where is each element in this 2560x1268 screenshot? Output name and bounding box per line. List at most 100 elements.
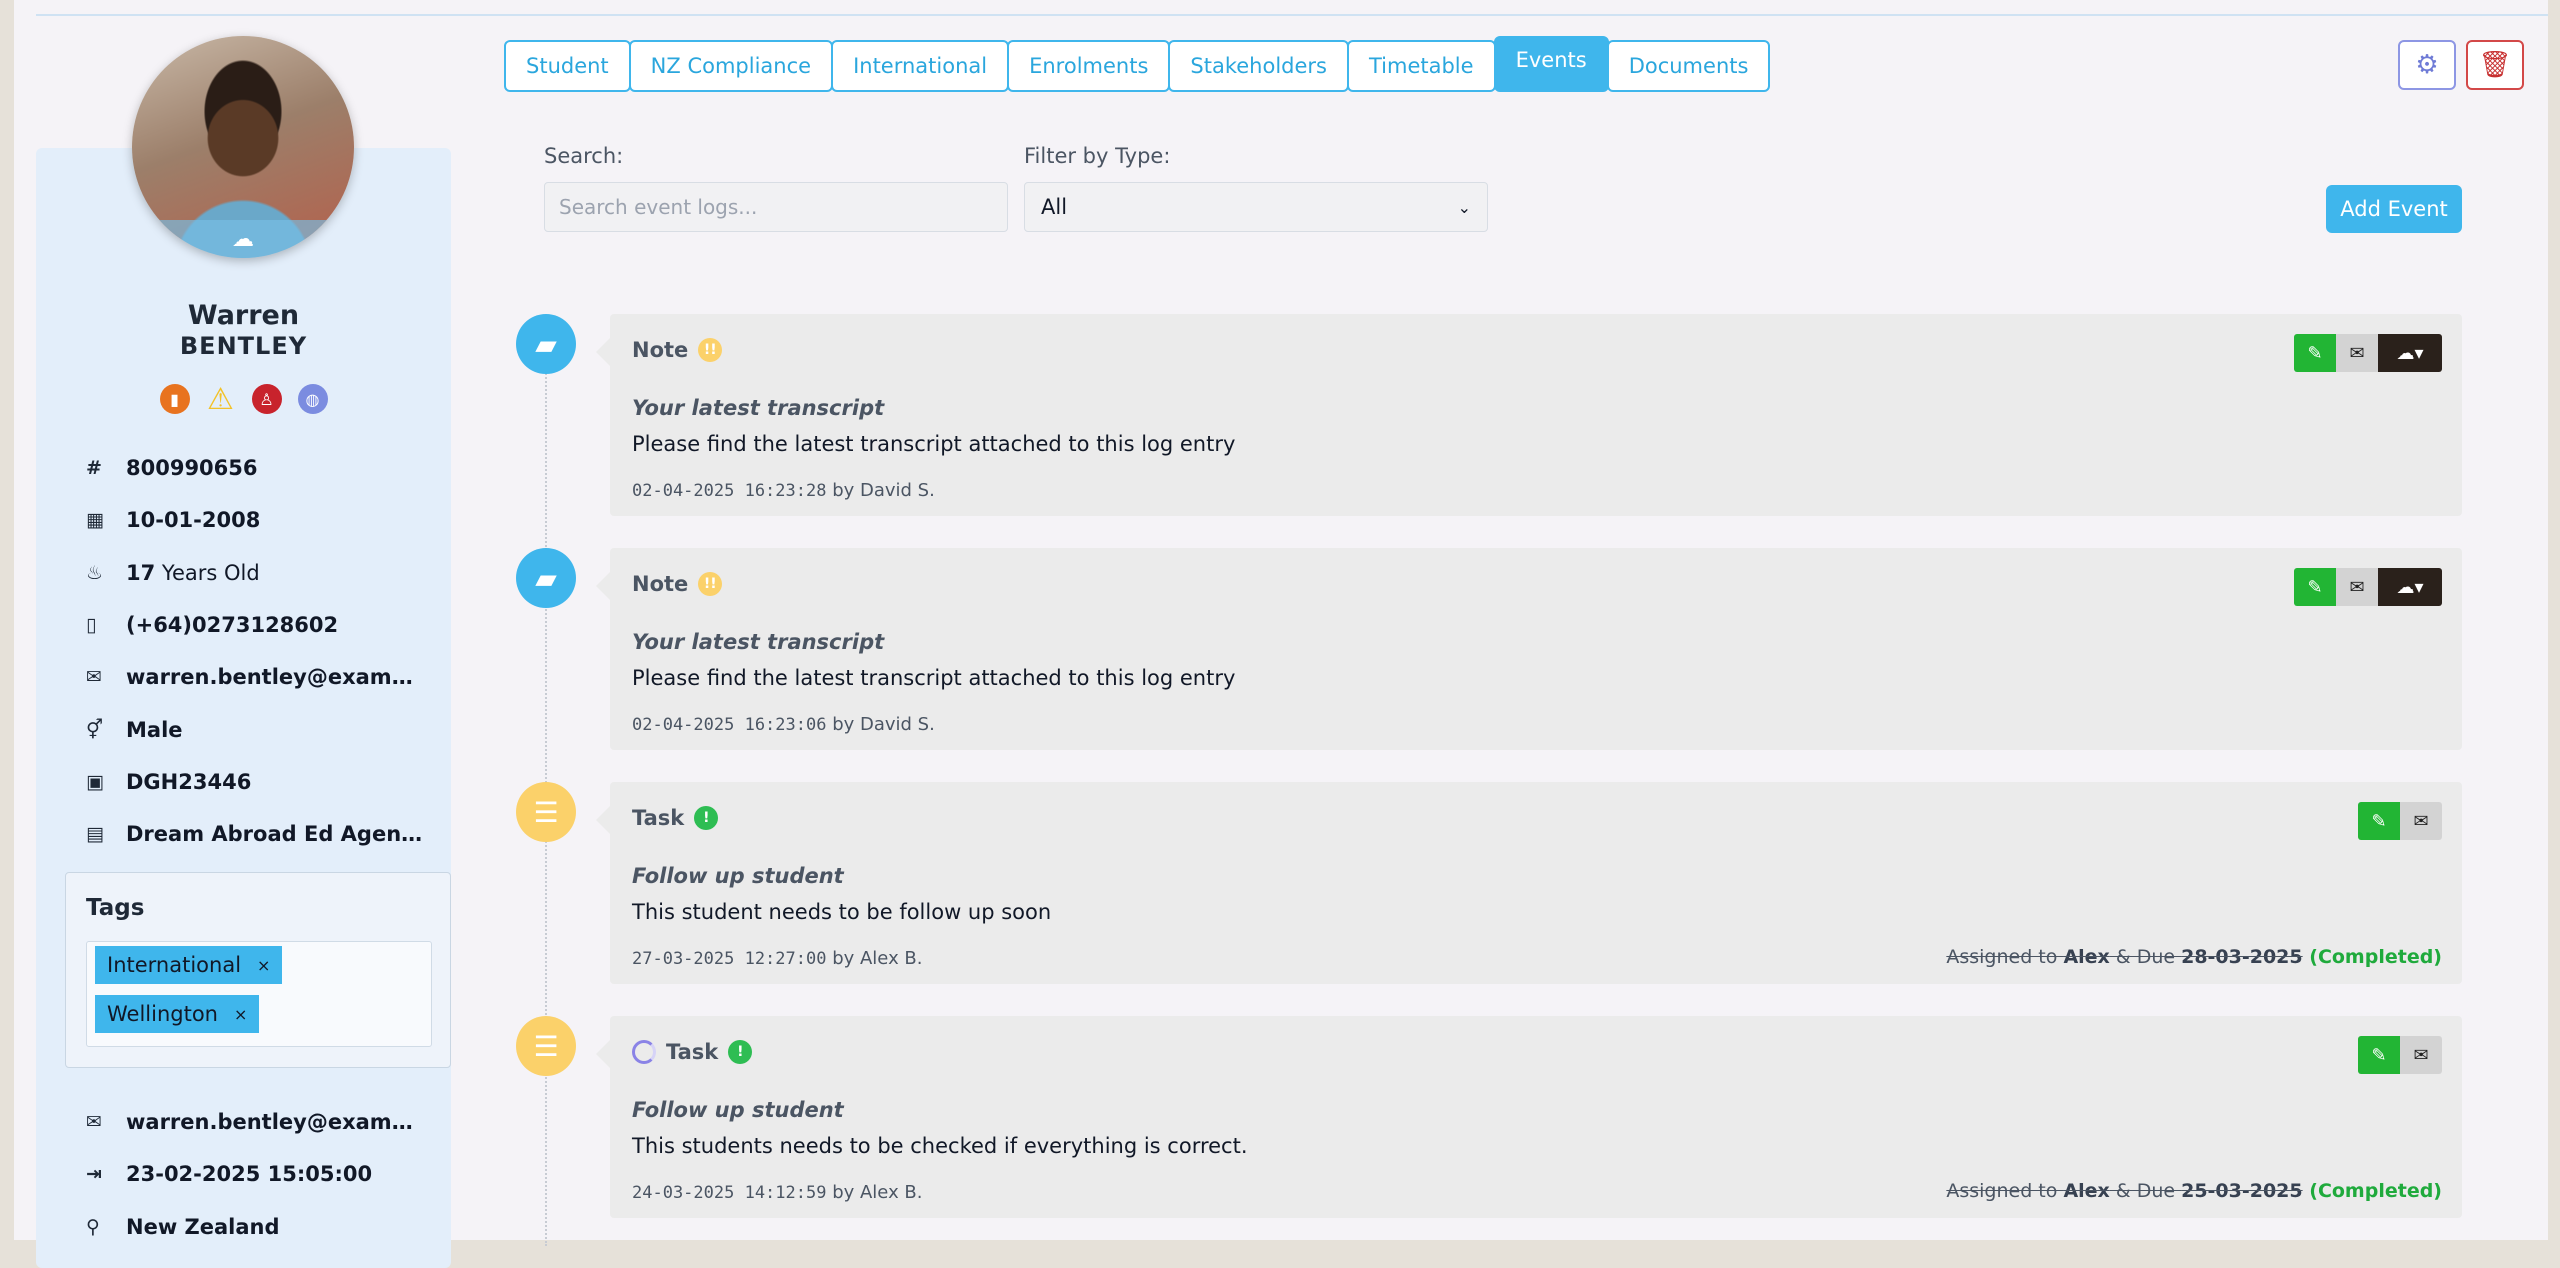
tag-chip: International × [95, 946, 283, 984]
edit-button[interactable]: ✎ [2294, 334, 2336, 372]
event-title: Your latest transcript [632, 630, 885, 654]
type-filter-select[interactable]: All ⌄ [1024, 182, 1488, 232]
dob-row: ▦ 10-01-2008 [86, 508, 261, 533]
warning-icon[interactable]: ⚠ [206, 382, 236, 417]
pencil-icon: ✎ [2307, 342, 2323, 364]
tab-stakeholders[interactable]: Stakeholders [1168, 40, 1349, 92]
envelope-icon: ✉ [2413, 810, 2429, 832]
event-actions: ✎ ✉ ☁▾ [2294, 334, 2442, 372]
passport-icon: ▣ [86, 770, 104, 793]
phone-row: ▯ (+64)0273128602 [86, 613, 339, 638]
event-entry: Note !! ✎ ✉ ☁▾ Your latest transcript Pl… [596, 314, 2462, 516]
event-title: Your latest transcript [632, 396, 885, 420]
note-icon: ▰ [516, 548, 576, 608]
tab-student[interactable]: Student [504, 40, 631, 92]
international-globe-icon[interactable]: ◍ [297, 384, 328, 414]
passport-row: ▣ DGH23446 [86, 769, 252, 794]
event-body: Please find the latest transcript attach… [632, 666, 1236, 690]
event-body: This student needs to be follow up soon [632, 900, 1052, 924]
arrival-row: ⇥ 23-02-2025 15:05:00 [86, 1162, 373, 1187]
envelope-icon: ✉ [2413, 1044, 2429, 1066]
under-18-icon[interactable]: ♙ [251, 384, 282, 414]
event-type: Note [632, 572, 689, 596]
gender-row: ⚥ Male [86, 717, 183, 742]
cloud-download-icon: ☁▾ [2396, 576, 2424, 598]
event-type: Task [666, 1040, 719, 1064]
tag-chip: Wellington × [95, 995, 260, 1033]
tab-bar: Student NZ Compliance International Enro… [504, 36, 1771, 92]
event-entry: Task ! ✎ ✉ Follow up student This studen… [596, 782, 2462, 984]
email-secondary-row: ✉ warren.bentley@example.... [86, 1110, 426, 1135]
trash-icon: 🗑 [2478, 50, 2512, 80]
briefcase-icon: ▤ [86, 823, 104, 846]
task-list-icon: ☰ [516, 782, 576, 842]
event-meta: 27-03-2025 12:27:00 by Alex B. [632, 948, 923, 969]
envelope-icon: ✉ [2349, 576, 2365, 598]
remove-tag-icon[interactable]: × [234, 1005, 247, 1024]
note-icon: ▰ [516, 314, 576, 374]
email-button[interactable]: ✉ [2400, 1036, 2442, 1074]
priority-badge: ! [694, 806, 719, 830]
event-body: This students needs to be checked if eve… [632, 1134, 1248, 1158]
remove-tag-icon[interactable]: × [257, 956, 270, 975]
event-entry: Note !! ✎ ✉ ☁▾ Your latest transcript Pl… [596, 548, 2462, 750]
pencil-icon: ✎ [2307, 576, 2323, 598]
event-meta: 02-04-2025 16:23:28 by David S. [632, 480, 935, 501]
top-divider [36, 14, 2548, 16]
student-info-list: # 800990656 ▦ 10-01-2008 ♨ 17 Years Old … [86, 442, 446, 860]
agency-row: ▤ Dream Abroad Ed Agency [86, 822, 426, 847]
priority-badge: ! [728, 1040, 753, 1064]
pencil-icon: ✎ [2371, 1044, 2387, 1066]
tags-input[interactable]: International × Wellington × [86, 941, 432, 1047]
edit-button[interactable]: ✎ [2358, 802, 2400, 840]
task-list-icon: ☰ [516, 1016, 576, 1076]
event-meta: 24-03-2025 14:12:59 by Alex B. [632, 1182, 923, 1203]
assignment-status: Assigned to Alex & Due 28-03-2025 (Compl… [1946, 946, 2442, 968]
tab-nz-compliance[interactable]: NZ Compliance [628, 40, 834, 92]
calendar-icon: ▦ [86, 509, 104, 532]
edit-button[interactable]: ✎ [2358, 1036, 2400, 1074]
envelope-icon: ✉ [86, 1111, 102, 1134]
age-row: ♨ 17 Years Old [86, 560, 260, 585]
search-input[interactable] [544, 182, 1008, 232]
envelope-icon: ✉ [86, 666, 102, 689]
upload-photo-icon[interactable]: ☁ [132, 220, 354, 258]
search-label: Search: [544, 144, 624, 168]
download-dropdown-button[interactable]: ☁▾ [2378, 568, 2442, 606]
in-progress-icon [632, 1040, 656, 1064]
tab-events[interactable]: Events [1493, 36, 1609, 92]
event-type: Note [632, 338, 689, 362]
delete-button[interactable]: 🗑 [2466, 40, 2524, 90]
enrolment-badge-icon[interactable]: ▮ [159, 384, 190, 414]
edit-button[interactable]: ✎ [2294, 568, 2336, 606]
avatar[interactable]: ☁ [132, 36, 354, 258]
chevron-down-icon: ⌄ [1457, 197, 1471, 217]
tab-enrolments[interactable]: Enrolments [1007, 40, 1171, 92]
gender-icon: ⚥ [86, 718, 104, 741]
email-button[interactable]: ✉ [2400, 802, 2442, 840]
type-filter-label: Filter by Type: [1024, 144, 1171, 168]
user-settings-button[interactable]: ⚙ [2398, 40, 2456, 90]
download-dropdown-button[interactable]: ☁▾ [2378, 334, 2442, 372]
country-row: ⚲ New Zealand [86, 1214, 280, 1239]
event-title: Follow up student [632, 1098, 844, 1122]
tab-documents[interactable]: Documents [1606, 40, 1771, 92]
event-actions: ✎ ✉ ☁▾ [2294, 568, 2442, 606]
email-button[interactable]: ✉ [2336, 568, 2378, 606]
event-meta: 02-04-2025 16:23:06 by David S. [632, 714, 935, 735]
add-event-button[interactable]: Add Event [2326, 185, 2462, 233]
page: ☁ Warren BENTLEY ▮ ⚠ ♙ ◍ # 800990656 ▦ 1… [14, 0, 2548, 1268]
event-type: Task [632, 806, 685, 830]
tags-title: Tags [86, 895, 145, 921]
tab-international[interactable]: International [831, 40, 1010, 92]
cloud-download-icon: ☁▾ [2396, 342, 2424, 364]
envelope-icon: ✉ [2349, 342, 2365, 364]
birthday-cake-icon: ♨ [86, 561, 104, 584]
email-button[interactable]: ✉ [2336, 334, 2378, 372]
assignment-status: Assigned to Alex & Due 25-03-2025 (Compl… [1946, 1180, 2442, 1202]
user-gear-icon: ⚙ [2415, 50, 2439, 80]
event-entry: Task ! ✎ ✉ Follow up student This studen… [596, 1016, 2462, 1218]
status-badges: ▮ ⚠ ♙ ◍ [36, 382, 451, 417]
event-actions: ✎ ✉ [2358, 802, 2442, 840]
tab-timetable[interactable]: Timetable [1346, 40, 1496, 92]
